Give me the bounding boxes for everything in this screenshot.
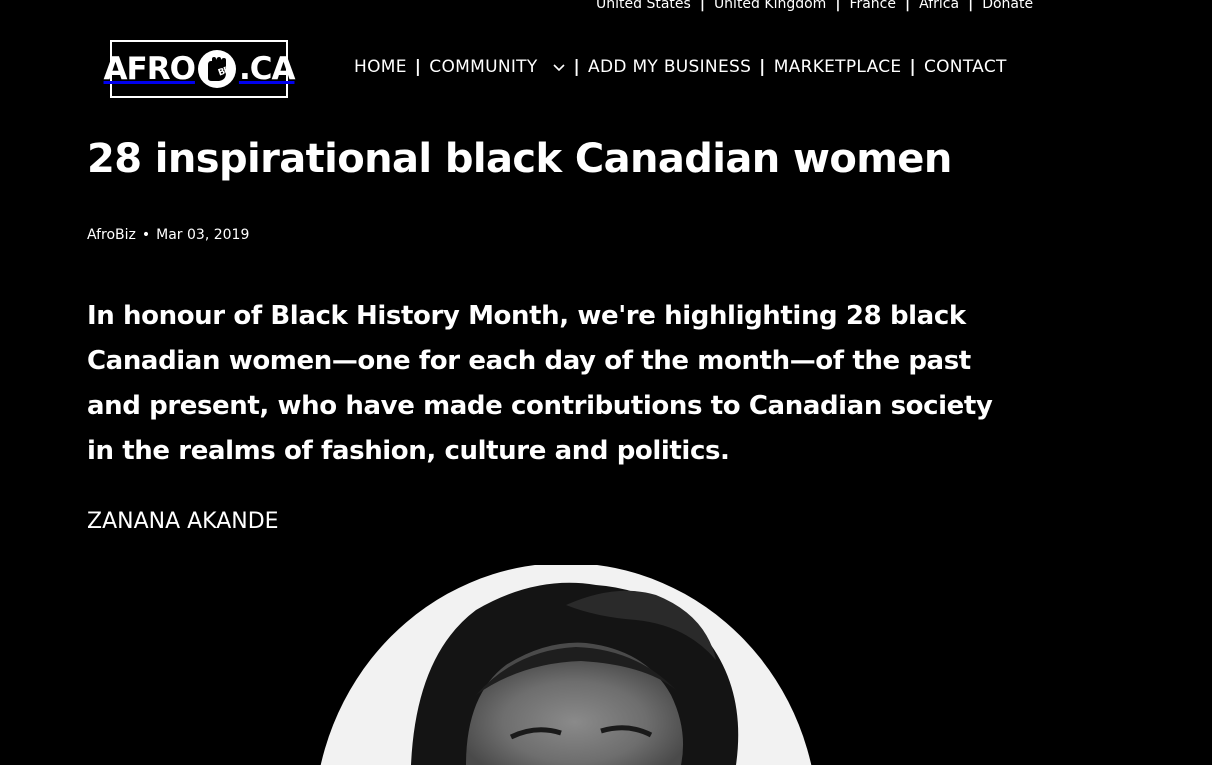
nav-separator: | bbox=[573, 57, 581, 77]
region-links-bar: United States | United Kingdom | France … bbox=[596, 0, 1033, 12]
article-meta: AfroBiz • Mar 03, 2019 bbox=[87, 227, 249, 243]
region-link-africa[interactable]: Africa bbox=[919, 0, 959, 12]
separator: | bbox=[905, 0, 911, 12]
nav-add-my-business[interactable]: ADD MY BUSINESS bbox=[588, 57, 751, 77]
nav-separator: | bbox=[414, 57, 422, 77]
nav-community-label: COMMUNITY bbox=[429, 57, 538, 77]
portrait-image bbox=[316, 565, 816, 765]
logo-wordmark: AFRO BIZ .CA bbox=[104, 48, 295, 90]
site-logo[interactable]: AFRO BIZ .CA bbox=[104, 40, 295, 98]
article-lead: In honour of Black History Month, we're … bbox=[87, 301, 993, 466]
nav-home[interactable]: HOME bbox=[354, 57, 407, 77]
nav-marketplace[interactable]: MARKETPLACE bbox=[774, 57, 902, 77]
author-link[interactable]: AfroBiz bbox=[87, 227, 136, 243]
separator: | bbox=[835, 0, 841, 12]
nav-separator: | bbox=[909, 57, 916, 77]
fist-icon: BIZ bbox=[196, 48, 238, 90]
chevron-down-icon bbox=[552, 64, 565, 72]
region-link-united-states[interactable]: United States bbox=[596, 0, 691, 12]
separator: | bbox=[699, 0, 705, 12]
separator: | bbox=[968, 0, 974, 12]
nav-contact[interactable]: CONTACT bbox=[924, 57, 1007, 77]
main-nav: HOME | COMMUNITY | ADD MY BUSINESS | MAR… bbox=[354, 57, 1007, 77]
meta-separator: • bbox=[141, 227, 151, 243]
region-link-france[interactable]: France bbox=[849, 0, 896, 12]
logo-text-afro: AFRO bbox=[103, 51, 196, 87]
nav-community[interactable]: COMMUNITY bbox=[429, 57, 565, 77]
donate-link[interactable]: Donate bbox=[982, 0, 1033, 12]
region-link-united-kingdom[interactable]: United Kingdom bbox=[714, 0, 826, 12]
publish-date: Mar 03, 2019 bbox=[156, 227, 250, 243]
logo-text-ca: .CA bbox=[238, 51, 296, 87]
article-title: 28 inspirational black Canadian women bbox=[87, 136, 952, 182]
page: United States | United Kingdom | France … bbox=[0, 0, 1212, 765]
nav-separator: | bbox=[759, 57, 766, 77]
section-heading: ZANANA AKANDE bbox=[87, 509, 279, 534]
